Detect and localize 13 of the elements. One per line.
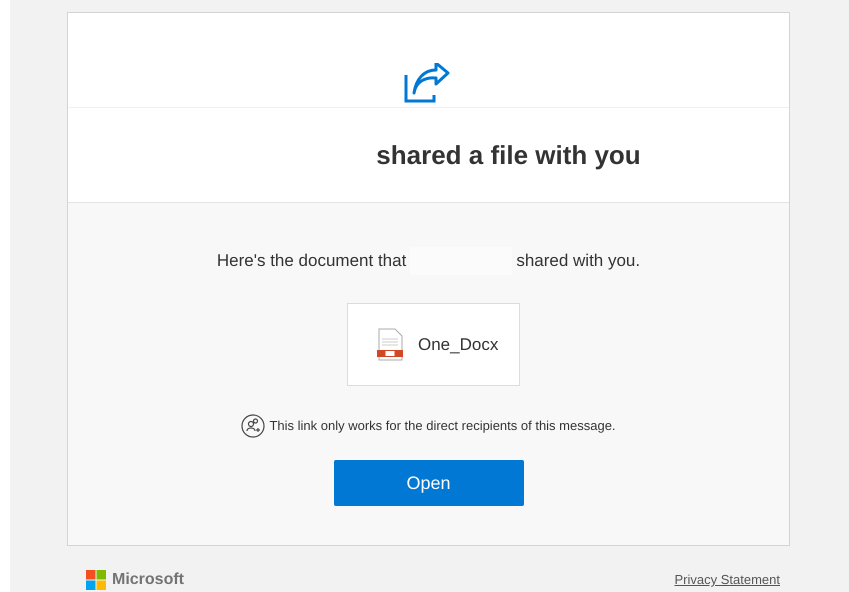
message-text: shared with you.	[516, 250, 640, 272]
open-button[interactable]: Open	[334, 460, 524, 506]
file-card[interactable]: One_Docx	[347, 303, 520, 386]
share-icon	[404, 63, 452, 103]
header-title: shared a file with you	[376, 139, 641, 172]
people-icon	[241, 414, 266, 438]
notice-text: This link only works for the direct recipients of this message.	[269, 417, 616, 436]
message-text: Here's the document that	[216, 250, 406, 272]
document-icon	[376, 328, 404, 362]
brand-name: Microsoft	[112, 570, 184, 590]
privacy-link[interactable]: Privacy Statement	[674, 570, 780, 590]
windows-logo-icon	[86, 570, 106, 590]
file-name: One_Docx	[418, 334, 498, 356]
